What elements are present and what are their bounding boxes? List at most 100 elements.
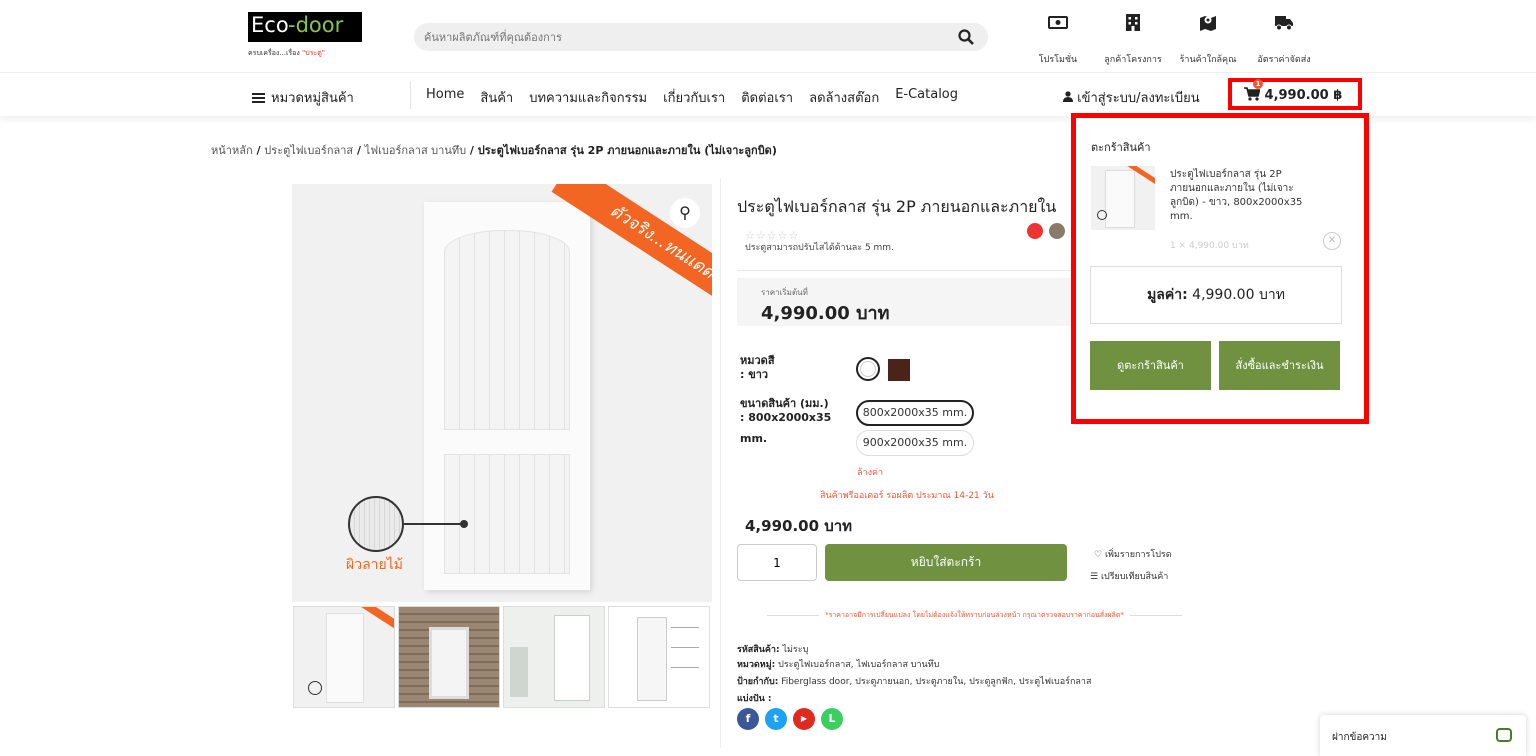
lead-time-note: สินค้าพรีออเดอร์ รอผลิต ประมาณ 14-21 วัน bbox=[820, 491, 994, 501]
cart-button[interactable]: 1 4,990.00 ฿ bbox=[1228, 78, 1362, 110]
breadcrumb: หน้าหลัก / ประตูไฟเบอร์กลาส / ไฟเบอร์กลา… bbox=[211, 141, 777, 159]
thumbnail-1[interactable] bbox=[293, 606, 395, 708]
price-disclaimer: *ราคาอาจมีการเปลี่ยนแปลง โดยไม่ต้องแจ้งใ… bbox=[737, 610, 1212, 621]
disclaimer-text: *ราคาอาจมีการเปลี่ยนแปลง โดยไม่ต้องแจ้งใ… bbox=[825, 611, 1124, 619]
product-title: ประตูไฟเบอร์กลาส รุ่น 2P ภายนอกและภายใน bbox=[737, 197, 1057, 216]
product-tagline: ประตูสามารถปรับไสได้ด้านละ 5 mm. bbox=[745, 243, 894, 253]
mini-cart-subtotal: มูลค่า: 4,990.00 บาท bbox=[1090, 266, 1342, 324]
size-option-800[interactable]: 800x2000x35 mm. bbox=[856, 400, 974, 426]
quick-link-label: ลูกค้าโครงการ bbox=[1104, 55, 1162, 65]
quick-link-promotion[interactable]: โปรโมชั่น bbox=[1018, 8, 1098, 65]
quick-link-shipping[interactable]: อัตราค่าจัดส่ง bbox=[1244, 8, 1324, 65]
search-input[interactable] bbox=[424, 27, 944, 47]
add-to-cart-button[interactable]: หยิบใส่ตะกร้า bbox=[825, 544, 1067, 581]
mini-cart-dropdown: ตะกร้าสินค้า ประตูไฟเบอร์กลาส รุ่น 2P ภา… bbox=[1071, 113, 1369, 424]
breadcrumb-separator: / bbox=[466, 144, 478, 157]
chat-widget[interactable]: ฝากข้อความ bbox=[1320, 715, 1526, 756]
wood-grain-label: ผิวลายไม้ bbox=[346, 557, 403, 573]
size-label: ขนาดสินค้า (มม.) bbox=[740, 397, 829, 410]
sku-row: รหัสสินค้า: ไม่ระบุ bbox=[737, 642, 808, 656]
category-row: หมวดหมู่: ประตูไฟเบอร์กลาส, ไฟเบอร์กลาส … bbox=[737, 657, 939, 671]
login-link[interactable]: เข้าสู่ระบบ/ลงทะเบียน bbox=[1063, 87, 1200, 108]
nav-item-articles[interactable]: บทความและกิจกรรม bbox=[529, 87, 647, 108]
category-label: หมวดหมู่: bbox=[737, 660, 776, 670]
cart-total: 4,990.00 ฿ bbox=[1264, 88, 1343, 103]
map-icon bbox=[1200, 16, 1216, 31]
youtube-icon[interactable]: ▶ bbox=[793, 708, 815, 730]
size-selected: : 800x2000x35 bbox=[740, 411, 832, 424]
quick-link-projects[interactable]: ลูกค้าโครงการ bbox=[1093, 8, 1173, 65]
product-main-image[interactable]: ตัวจริง...ทนแดด ⚲ ผิวลายไม้ bbox=[292, 184, 712, 602]
size-option-900[interactable]: 900x2000x35 mm. bbox=[856, 430, 974, 456]
subtotal-value: 4,990.00 บาท bbox=[1192, 287, 1285, 303]
nav-item-clearance[interactable]: ลดล้างสต๊อก bbox=[809, 87, 879, 108]
category-links[interactable]: ประตูไฟเบอร์กลาส, ไฟเบอร์กลาส บานทึบ bbox=[778, 660, 939, 670]
nav-item-home[interactable]: Home bbox=[426, 87, 464, 108]
truck-icon bbox=[1275, 16, 1293, 31]
breadcrumb-fiberglass[interactable]: ประตูไฟเบอร์กลาส bbox=[264, 144, 353, 157]
swatch-white[interactable] bbox=[856, 357, 880, 381]
compare-label: เปรียบเทียบสินค้า bbox=[1100, 572, 1169, 582]
compare-link[interactable]: ☰ เปรียบเทียบสินค้า bbox=[1090, 569, 1168, 583]
user-icon bbox=[1063, 91, 1073, 102]
breadcrumb-current: ประตูไฟเบอร์กลาส รุ่น 2P ภายนอกและภายใน … bbox=[477, 144, 777, 157]
category-menu-button[interactable]: หมวดหมู่สินค้า bbox=[252, 87, 354, 108]
door-image bbox=[424, 202, 590, 590]
search-icon[interactable] bbox=[958, 29, 974, 45]
top-header: Eco -door ครบเครื่อง...เรื่อง "ประตู" โป… bbox=[0, 0, 1536, 72]
variant-price: 4,990.00 บาท bbox=[745, 517, 853, 535]
thumbnail-2[interactable] bbox=[398, 606, 500, 708]
zoom-icon[interactable]: ⚲ bbox=[670, 198, 700, 228]
share-label-text: แบ่งปัน : bbox=[737, 694, 772, 704]
view-cart-button[interactable]: ดูตะกร้าสินค้า bbox=[1090, 341, 1211, 390]
tag-links[interactable]: Fiberglass door, ประตูภายนอก, ประตูภายใน… bbox=[781, 677, 1091, 687]
logo[interactable]: Eco -door ครบเครื่อง...เรื่อง "ประตู" bbox=[248, 12, 362, 62]
remove-item-icon[interactable]: ✕ bbox=[1323, 232, 1341, 250]
quick-link-stores[interactable]: ร้านค้าใกล้คุณ bbox=[1168, 8, 1248, 65]
logo-tagline-accent: "ประตู" bbox=[302, 49, 325, 57]
line-icon[interactable]: L bbox=[821, 708, 843, 730]
twitter-icon[interactable]: t bbox=[765, 708, 787, 730]
mini-cart-item-qty: 1 × 4,990.00 บาท bbox=[1170, 241, 1249, 251]
breadcrumb-separator: / bbox=[353, 144, 365, 157]
divider bbox=[737, 270, 1077, 271]
facebook-icon[interactable]: f bbox=[737, 708, 759, 730]
cart-icon bbox=[1244, 87, 1261, 101]
heart-icon: ♡ bbox=[1094, 550, 1105, 560]
size-unit: mm. bbox=[740, 432, 768, 445]
nav-item-about[interactable]: เกี่ยวกับเรา bbox=[663, 87, 725, 108]
money-icon bbox=[1048, 16, 1068, 29]
wishlist-link[interactable]: ♡ เพิ่มรายการโปรด bbox=[1094, 547, 1172, 561]
share-label: แบ่งปัน : bbox=[737, 691, 772, 705]
logo-eco-text: Eco bbox=[251, 13, 289, 37]
mini-cart-item-name[interactable]: ประตูไฟเบอร์กลาส รุ่น 2P ภายนอกและภายใน … bbox=[1170, 168, 1310, 224]
subtotal-label: มูลค่า: bbox=[1147, 287, 1188, 303]
wishlist-label: เพิ่มรายการโปรด bbox=[1104, 550, 1172, 560]
logo-tagline: ครบเครื่อง...เรื่อง bbox=[248, 49, 300, 57]
sku-label: รหัสสินค้า: bbox=[737, 645, 780, 655]
nav-item-contact[interactable]: ติดต่อเรา bbox=[741, 87, 793, 108]
size-attribute-label: ขนาดสินค้า (มม.) : 800x2000x35 mm. bbox=[740, 397, 831, 446]
main-nav: Home สินค้า บทความและกิจกรรม เกี่ยวกับเร… bbox=[426, 87, 958, 108]
swatch-brown[interactable] bbox=[888, 359, 910, 381]
checkout-button[interactable]: สั่งซื้อและชำระเงิน bbox=[1219, 341, 1340, 390]
nav-item-products[interactable]: สินค้า bbox=[480, 87, 513, 108]
chat-label: ฝากข้อความ bbox=[1332, 732, 1387, 743]
color-label: หมวดสี bbox=[740, 354, 775, 367]
nav-item-ecatalog[interactable]: E-Catalog bbox=[895, 87, 958, 108]
tags-label: ป้ายกำกับ: bbox=[737, 677, 779, 687]
tags-row: ป้ายกำกับ: Fiberglass door, ประตูภายนอก,… bbox=[737, 674, 1091, 688]
breadcrumb-home[interactable]: หน้าหลัก bbox=[211, 144, 253, 157]
compare-icon: ☰ bbox=[1090, 572, 1101, 582]
breadcrumb-separator: / bbox=[252, 144, 265, 157]
cart-count-badge: 1 bbox=[1253, 79, 1263, 89]
clear-selection-link[interactable]: ล้างค่า bbox=[857, 465, 883, 479]
breadcrumb-solid[interactable]: ไฟเบอร์กลาส บานทึบ bbox=[365, 144, 466, 157]
mini-cart-item-image[interactable] bbox=[1091, 166, 1155, 230]
callout-dot bbox=[460, 520, 468, 528]
building-icon bbox=[1126, 14, 1140, 31]
thumbnail-4[interactable] bbox=[608, 606, 710, 708]
quantity-input[interactable] bbox=[737, 544, 817, 581]
thumbnail-3[interactable] bbox=[503, 606, 605, 708]
color-selected: : ขาว bbox=[740, 368, 769, 381]
